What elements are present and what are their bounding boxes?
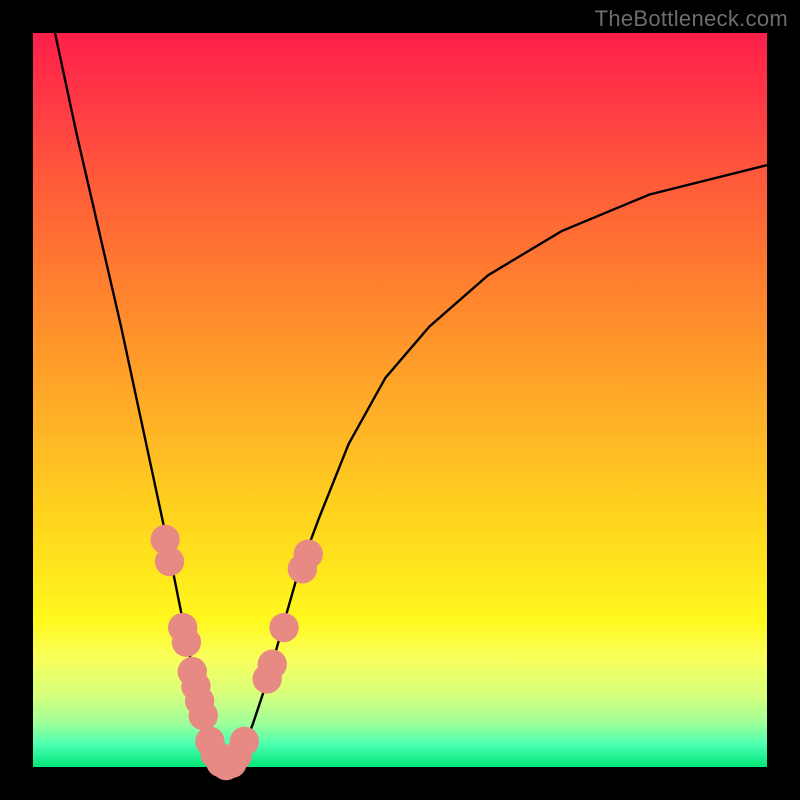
marker-dot <box>269 613 298 642</box>
marker-dot <box>172 628 201 657</box>
chart-frame: TheBottleneck.com <box>0 0 800 800</box>
marker-dot <box>258 650 287 679</box>
chart-svg <box>33 33 767 767</box>
marker-dot <box>155 547 184 576</box>
marker-dot <box>294 539 323 568</box>
plot-area <box>33 33 767 767</box>
marker-dot <box>189 701 218 730</box>
marker-dot <box>230 727 259 756</box>
curve-line <box>55 33 767 765</box>
watermark-text: TheBottleneck.com <box>595 6 788 32</box>
marker-group <box>150 525 322 780</box>
